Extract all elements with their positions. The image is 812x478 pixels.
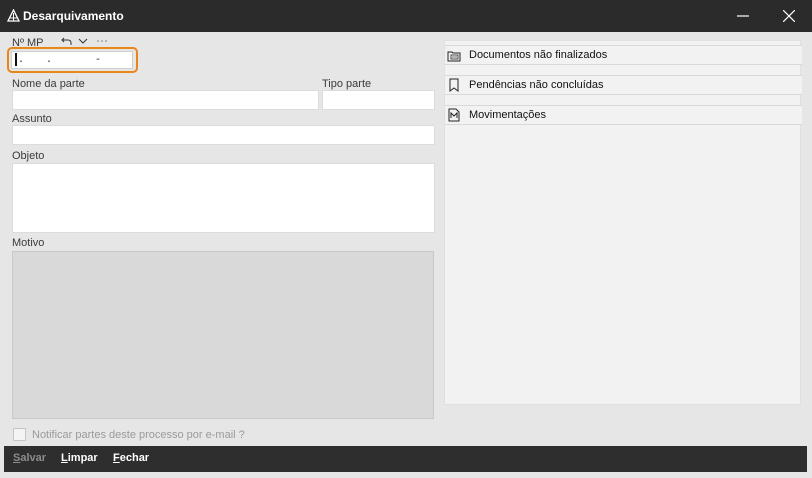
tipo-parte-label: Tipo parte [322, 78, 372, 90]
close-label-rest: echar [119, 452, 150, 464]
more-dots-icon [97, 40, 107, 42]
clear-button[interactable]: Limpar [61, 452, 98, 464]
close-form-button[interactable]: Fechar [113, 452, 149, 464]
objeto-label: Objeto [12, 150, 45, 162]
title-bar: Desarquivamento [0, 0, 812, 32]
more-options-button[interactable] [95, 35, 109, 47]
text-caret [15, 53, 17, 66]
app-logo-icon [7, 9, 20, 22]
footer-toolbar: Salvar Limpar Fechar [4, 446, 807, 472]
save-label-rest: alvar [20, 452, 47, 464]
notify-label: Notificar partes deste processo por e-ma… [32, 429, 245, 441]
assunto-input[interactable] [12, 125, 435, 145]
undo-icon [60, 37, 71, 45]
close-button[interactable] [766, 0, 812, 32]
movements-document-icon [446, 107, 462, 123]
panel-item-pendencias[interactable]: Pendências não concluídas [445, 75, 802, 95]
notify-checkbox[interactable] [13, 428, 26, 441]
assunto-label: Assunto [12, 113, 52, 125]
bookmark-icon [446, 77, 462, 93]
minimize-button[interactable] [720, 0, 766, 32]
folder-documents-icon [446, 47, 462, 63]
motivo-textarea[interactable] [12, 251, 434, 419]
panel-item-documentos[interactable]: Documentos não finalizados [445, 45, 802, 65]
panel-item-label: Documentos não finalizados [469, 49, 608, 61]
chevron-down-icon [78, 38, 88, 44]
side-panel: Documentos não finalizados Pendências nã… [444, 40, 802, 405]
objeto-textarea[interactable] [12, 163, 435, 233]
clear-label-rest: impar [67, 452, 98, 464]
clear-accesskey: L [61, 452, 68, 464]
undo-button[interactable] [60, 35, 72, 47]
close-accesskey: F [113, 452, 120, 464]
nome-parte-input[interactable] [12, 90, 319, 110]
nome-parte-label: Nome da parte [12, 78, 85, 90]
dropdown-button[interactable] [77, 35, 89, 47]
tipo-parte-input[interactable] [322, 90, 435, 110]
window-title: Desarquivamento [23, 9, 124, 23]
panel-item-movimentacoes[interactable]: Movimentações [445, 105, 802, 125]
minimize-icon [737, 15, 749, 17]
mp-input[interactable] [11, 51, 133, 69]
panel-item-label: Pendências não concluídas [469, 79, 604, 91]
motivo-label: Motivo [12, 237, 45, 249]
close-icon [783, 10, 795, 22]
panel-item-label: Movimentações [469, 109, 547, 121]
save-button[interactable]: Salvar [13, 452, 46, 464]
